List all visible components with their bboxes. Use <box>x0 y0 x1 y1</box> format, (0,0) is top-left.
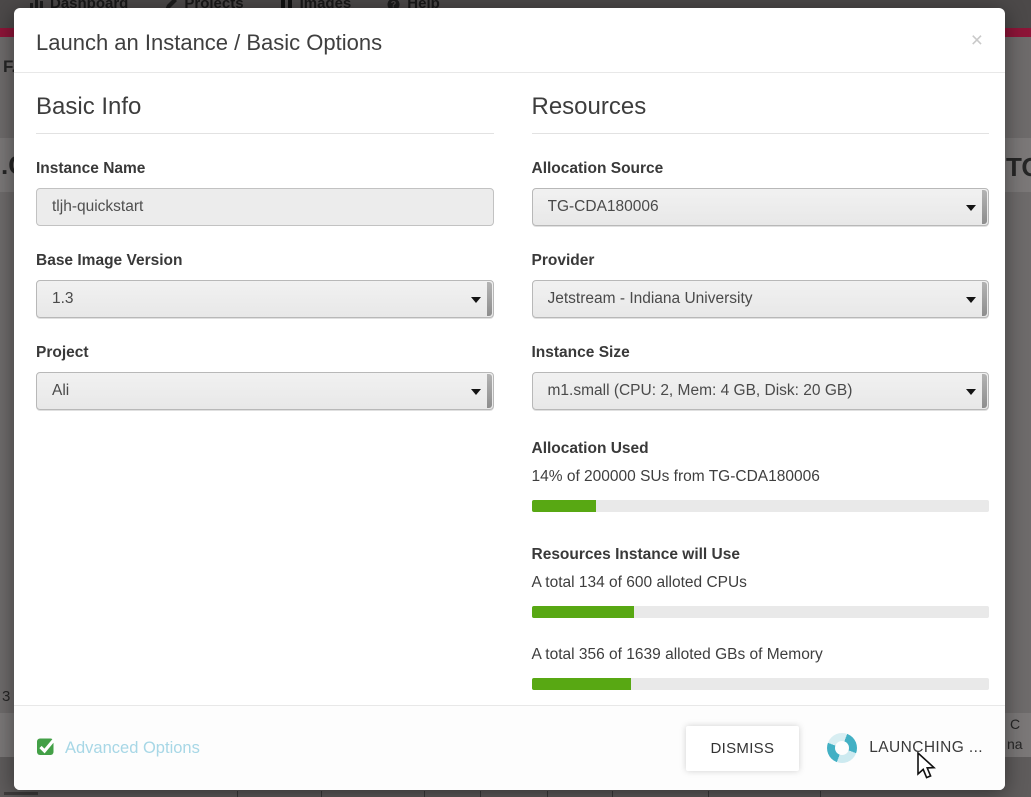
allocation-source-label: Allocation Source <box>532 160 990 178</box>
allocation-used-label: Allocation Used <box>532 440 990 458</box>
cpu-usage-text: A total 134 of 600 alloted CPUs <box>532 574 990 592</box>
provider-select[interactable]: Jetstream - Indiana University <box>532 280 990 318</box>
close-icon[interactable]: × <box>971 30 983 51</box>
provider-value: Jetstream - Indiana University <box>548 290 753 308</box>
project-value: Ali <box>52 382 69 400</box>
cpu-usage-progressbar <box>532 606 990 618</box>
background-table-line <box>424 791 425 797</box>
base-image-version-select[interactable]: 1.3 <box>36 280 494 318</box>
background-table-line <box>708 791 709 797</box>
basic-info-heading: Basic Info <box>36 93 494 134</box>
provider-label: Provider <box>532 252 990 270</box>
instance-size-label: Instance Size <box>532 344 990 362</box>
background-table-line <box>547 791 548 797</box>
project-label: Project <box>36 344 494 362</box>
allocation-used-text: 14% of 200000 SUs from TG-CDA180006 <box>532 468 990 486</box>
launch-button[interactable]: LAUNCHING ... <box>827 733 983 763</box>
background-text-fragment <box>4 792 38 795</box>
resources-heading: Resources <box>532 93 990 134</box>
memory-usage-progress-fill <box>532 678 631 690</box>
modal-header: Launch an Instance / Basic Options × <box>14 8 1005 73</box>
advanced-options-label: Advanced Options <box>65 739 200 758</box>
instance-size-value: m1.small (CPU: 2, Mem: 4 GB, Disk: 20 GB… <box>548 382 853 400</box>
base-image-version-value: 1.3 <box>52 290 74 308</box>
background-text-fragment: na <box>1007 736 1023 752</box>
advanced-options-link[interactable]: Advanced Options <box>36 736 200 761</box>
modal-footer: Advanced Options DISMISS LAUNCHING ... <box>14 705 1005 790</box>
background-table-line <box>237 791 238 797</box>
background-table-line <box>480 791 481 797</box>
project-select[interactable]: Ali <box>36 372 494 410</box>
cpu-usage-progress-fill <box>532 606 634 618</box>
background-table-line <box>820 791 821 797</box>
loading-spinner-icon <box>827 733 857 763</box>
launch-instance-modal: Launch an Instance / Basic Options × Bas… <box>14 8 1005 790</box>
instance-name-input[interactable] <box>36 188 494 226</box>
modal-title: Launch an Instance / Basic Options <box>36 30 983 56</box>
background-text-fragment: C <box>1010 716 1020 732</box>
dismiss-button[interactable]: DISMISS <box>686 726 800 771</box>
allocation-used-progressbar <box>532 500 990 512</box>
memory-usage-text: A total 356 of 1639 alloted GBs of Memor… <box>532 646 990 664</box>
allocation-used-progress-fill <box>532 500 596 512</box>
resources-section: Resources Allocation Source TG-CDA180006… <box>532 93 990 690</box>
allocation-source-select[interactable]: TG-CDA180006 <box>532 188 990 226</box>
background-text-fragment: TO <box>1006 152 1031 183</box>
background-table-line <box>321 791 322 797</box>
instance-name-label: Instance Name <box>36 160 494 178</box>
background-table-line <box>612 791 613 797</box>
memory-usage-progressbar <box>532 678 990 690</box>
allocation-source-value: TG-CDA180006 <box>548 198 659 216</box>
instance-size-select[interactable]: m1.small (CPU: 2, Mem: 4 GB, Disk: 20 GB… <box>532 372 990 410</box>
launching-label: LAUNCHING ... <box>869 739 983 757</box>
check-square-icon <box>36 736 56 761</box>
basic-info-section: Basic Info Instance Name Base Image Vers… <box>36 93 494 690</box>
instance-usage-label: Resources Instance will Use <box>532 546 990 564</box>
base-image-version-label: Base Image Version <box>36 252 494 270</box>
